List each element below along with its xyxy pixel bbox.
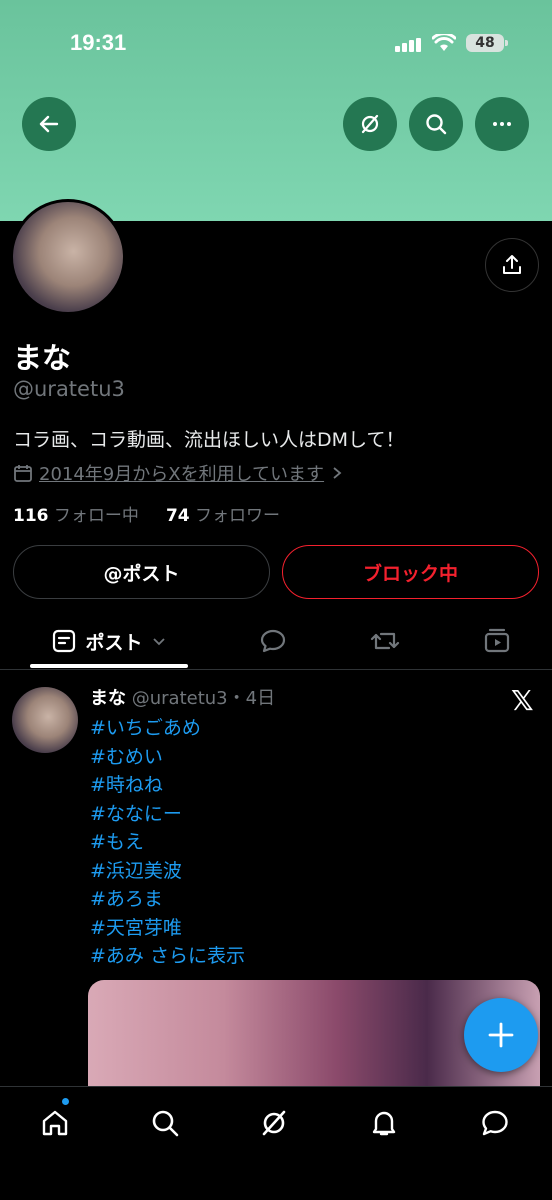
- joined-text: 2014年9月からXを利用しています: [39, 464, 325, 485]
- nav-notifications[interactable]: [364, 1103, 404, 1143]
- hashtag[interactable]: #いちごあめ: [90, 714, 245, 743]
- grok-button[interactable]: [343, 97, 397, 151]
- profile-avatar[interactable]: [10, 199, 126, 315]
- nav-grok[interactable]: [254, 1103, 294, 1143]
- share-button[interactable]: [485, 238, 539, 292]
- followers-count: 74: [165, 506, 190, 526]
- notification-dot: [62, 1098, 69, 1105]
- posts-icon: [53, 629, 76, 653]
- grok-icon: [262, 1110, 286, 1136]
- profile-name: まな: [13, 341, 72, 375]
- nav-home[interactable]: [35, 1103, 75, 1143]
- chevron-down-icon: [152, 638, 165, 646]
- hashtag[interactable]: #時ねね: [90, 771, 245, 800]
- plus-icon: [488, 1022, 514, 1048]
- hashtag[interactable]: #もえ: [90, 828, 245, 857]
- tab-replies[interactable]: [230, 612, 316, 670]
- followers-label: フォロワー: [195, 506, 281, 526]
- tab-active-indicator: [30, 664, 188, 668]
- profile-bio: コラ画、コラ動画、流出ほしい人はDMして！: [13, 429, 405, 451]
- hashtag[interactable]: #天宮芽唯: [90, 914, 245, 943]
- tab-posts[interactable]: ポスト: [30, 612, 188, 670]
- tab-posts-label: ポスト: [85, 631, 143, 654]
- hashtag[interactable]: #むめい: [90, 743, 245, 772]
- followers-link[interactable]: 74 フォロワー: [166, 506, 280, 526]
- message-icon: [482, 1110, 508, 1136]
- hashtag[interactable]: #ななにー: [90, 800, 245, 829]
- mention-post-button[interactable]: @ポスト: [13, 545, 270, 599]
- profile-handle: @uratetu3: [13, 377, 125, 401]
- battery-icon: 48: [466, 34, 508, 52]
- following-count: 116: [13, 506, 49, 526]
- reply-icon: [260, 629, 286, 653]
- post-header: まな @uratetu3・4日: [90, 684, 275, 710]
- following-label: フォロー中: [53, 506, 139, 526]
- post-meta: @uratetu3・4日: [131, 688, 276, 709]
- chevron-right-icon: [333, 467, 342, 479]
- following-link[interactable]: 116 フォロー中: [13, 506, 139, 526]
- hashtag[interactable]: #あろま: [90, 885, 245, 914]
- tab-reposts[interactable]: [342, 612, 428, 670]
- hashtag[interactable]: #浜辺美波: [90, 857, 245, 886]
- post-text: #いちごあめ #むめい #時ねね #ななにー #もえ #浜辺美波 #あろま #天…: [90, 714, 245, 971]
- joined-date[interactable]: 2014年9月からXを利用しています: [13, 460, 344, 486]
- back-button[interactable]: [22, 97, 76, 151]
- grok-icon: [361, 114, 379, 134]
- show-more-link[interactable]: さらに表示: [150, 945, 245, 967]
- post-avatar[interactable]: [12, 687, 78, 753]
- profile-tabs: ポスト: [0, 612, 552, 670]
- media-icon: [484, 628, 510, 653]
- blocked-button[interactable]: ブロック中: [282, 545, 539, 599]
- wifi-icon: [432, 34, 456, 51]
- hashtag[interactable]: #あみ: [90, 945, 144, 967]
- nav-search[interactable]: [145, 1103, 185, 1143]
- search-button[interactable]: [409, 97, 463, 151]
- calendar-icon: [14, 465, 32, 482]
- compose-button[interactable]: [464, 998, 538, 1072]
- nav-messages[interactable]: [475, 1103, 515, 1143]
- home-icon: [42, 1110, 68, 1136]
- search-icon: [426, 114, 447, 135]
- search-icon: [152, 1110, 179, 1137]
- tab-media[interactable]: [454, 612, 540, 670]
- follow-stats: 116 フォロー中 74 フォロワー: [13, 501, 280, 526]
- post-author-name[interactable]: まな: [90, 688, 126, 709]
- signal-icon: [395, 38, 421, 52]
- x-logo-icon: 𝕏: [511, 684, 534, 717]
- arrow-left-icon: [39, 115, 59, 133]
- share-icon: [503, 255, 521, 274]
- more-button[interactable]: [475, 97, 529, 151]
- status-time: 19:31: [70, 30, 127, 55]
- repost-icon: [370, 632, 400, 650]
- status-bar: 19:31 48: [0, 30, 552, 62]
- bottom-nav: [0, 1086, 552, 1200]
- bell-icon: [372, 1111, 396, 1136]
- more-icon: [493, 122, 511, 126]
